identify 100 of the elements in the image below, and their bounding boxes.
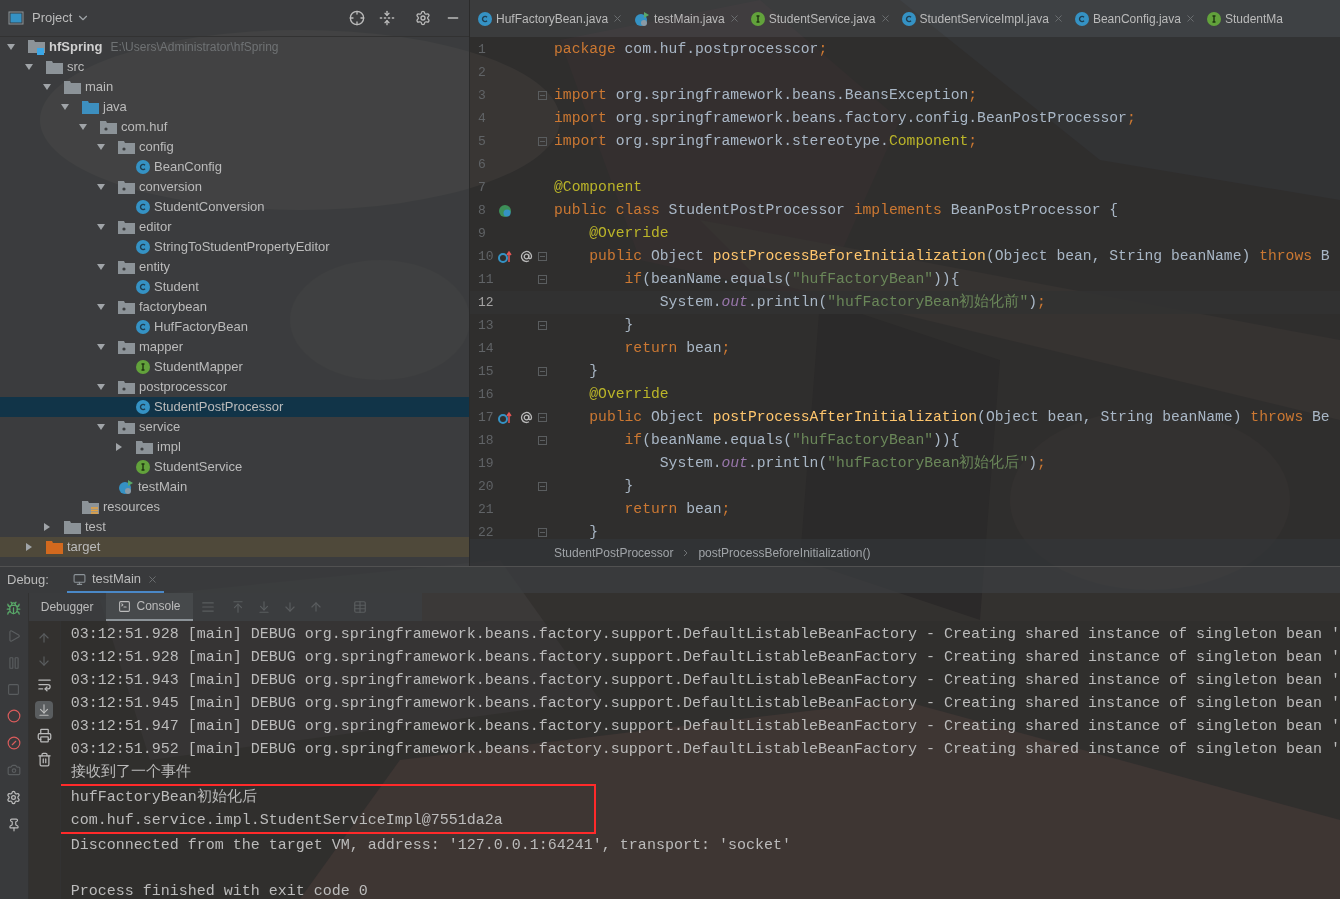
console-line: com.huf.service.impl.StudentServiceImpl@7551da2a [70, 811, 504, 831]
fold-icon[interactable] [538, 528, 547, 537]
fold-icon[interactable] [538, 367, 547, 376]
tree-item[interactable]: main [0, 77, 469, 97]
print-icon[interactable] [36, 728, 52, 743]
line-number: 20 [477, 477, 494, 496]
code-line: import org.springframework.beans.factory.config.BeanPostProcessor; [553, 109, 1136, 129]
editor-tab[interactable]: StudentServiceImpl.java [893, 0, 1067, 37]
editor-tab[interactable]: BeanConfig.java [1066, 0, 1199, 37]
tree-item[interactable]: factorybean [0, 297, 469, 317]
expanded-arrow-icon[interactable] [96, 382, 106, 392]
line-number: 22 [477, 523, 494, 539]
tree-item[interactable]: StringToStudentPropertyEditor [0, 237, 469, 257]
collapsed-arrow-icon[interactable] [114, 442, 124, 452]
tree-item[interactable]: target [0, 537, 469, 557]
tree-item[interactable]: postprocesscor [0, 377, 469, 397]
panel-icon [8, 11, 24, 25]
fold-icon[interactable] [538, 436, 547, 445]
tree-item[interactable]: impl [0, 437, 469, 457]
tree-item[interactable]: StudentConversion [0, 197, 469, 217]
expanded-arrow-icon[interactable] [96, 262, 106, 272]
tree-item-label: service [139, 418, 181, 437]
tree-item[interactable]: service [0, 417, 469, 437]
interface-icon [136, 460, 150, 474]
tree-item[interactable]: java [0, 97, 469, 117]
tree-item[interactable]: BeanConfig [0, 157, 469, 177]
trash-icon[interactable] [36, 752, 52, 767]
debug-subtab[interactable]: Console [105, 593, 193, 621]
expanded-arrow-icon[interactable] [96, 302, 106, 312]
tree-item[interactable]: StudentService [0, 457, 469, 477]
console-line: 03:12:51.928 [main] DEBUG org.springframework.beans.factory.support.DefaultListableBeanFactory - Creating shared instance of singleton bean ' [70, 648, 1340, 668]
tree-item[interactable]: Student [0, 277, 469, 297]
tree-item[interactable]: mapper [0, 337, 469, 357]
editor-tab[interactable]: StudentMa [1198, 0, 1286, 37]
tree-item[interactable]: editor [0, 217, 469, 237]
code-line: return bean; [623, 500, 731, 520]
breadcrumb-item[interactable]: StudentPostProcessor [554, 543, 674, 562]
code-line: @Component [553, 178, 643, 198]
pin-icon[interactable] [6, 818, 21, 832]
line-number: 18 [477, 431, 494, 450]
code-line: System.out.println("hufFactoryBean初始化前"); [658, 292, 1046, 313]
expanded-arrow-icon[interactable] [96, 422, 106, 432]
scroll-to-end-icon[interactable] [35, 701, 54, 719]
tree-item[interactable]: resources [0, 497, 469, 517]
tree-item-label: StudentService [154, 458, 243, 477]
tree-item[interactable]: entity [0, 257, 469, 277]
expanded-arrow-icon[interactable] [96, 182, 106, 192]
tab-label: StudentService.java [768, 10, 876, 28]
override-icon[interactable] [498, 410, 512, 425]
settings-icon[interactable] [415, 10, 431, 26]
fold-icon[interactable] [538, 413, 547, 422]
tree-item[interactable]: StudentMapper [0, 357, 469, 377]
console-icon [117, 599, 131, 613]
tree-item-label: mapper [139, 338, 184, 357]
editor-tab[interactable]: HufFactoryBean.java [470, 0, 627, 37]
override-icon[interactable] [498, 249, 512, 264]
line-number: 11 [477, 270, 494, 289]
tree-item[interactable]: config [0, 137, 469, 157]
console-line: 03:12:51.945 [main] DEBUG org.springframework.beans.factory.support.DefaultListableBeanFactory - Creating shared instance of singleton bean ' [70, 694, 1340, 714]
package-icon [118, 180, 135, 194]
tree-item[interactable]: conversion [0, 177, 469, 197]
class-icon [136, 400, 150, 414]
editor-tab[interactable]: StudentService.java [742, 0, 894, 37]
bug-icon[interactable] [6, 601, 22, 616]
expanded-arrow-icon[interactable] [96, 342, 106, 352]
collapse-icon[interactable] [379, 10, 395, 26]
tree-item[interactable]: test [0, 517, 469, 537]
breakpoints-icon[interactable] [6, 709, 21, 723]
expanded-arrow-icon[interactable] [96, 222, 106, 232]
package-icon [118, 340, 135, 354]
tree-item[interactable]: com.huf [0, 117, 469, 137]
close-icon[interactable] [728, 13, 740, 24]
exit-message: Process finished with exit code 0 [70, 882, 369, 899]
console-line: 接收到了一个事件 [70, 762, 192, 783]
tree-item[interactable]: StudentPostProcessor [0, 397, 469, 417]
fold-icon[interactable] [538, 252, 547, 261]
editor-tab[interactable]: testMain.java [626, 0, 743, 37]
fold-icon[interactable] [538, 321, 547, 330]
code-line: } [588, 523, 599, 539]
debug-subtab[interactable]: Debugger [28, 593, 106, 621]
annotation-icon[interactable] [520, 411, 533, 424]
tree-item[interactable]: testMain [0, 477, 469, 497]
console-line: 03:12:51.928 [main] DEBUG org.springframework.beans.factory.support.DefaultListableBeanFactory - Creating shared instance of singleton bean ' [70, 625, 1340, 645]
close-icon[interactable] [879, 13, 891, 24]
breadcrumb-item[interactable]: postProcessBeforeInitialization() [698, 543, 871, 562]
tree-item[interactable]: src [0, 57, 469, 77]
annotation-icon[interactable] [520, 250, 533, 263]
close-icon[interactable] [147, 573, 159, 585]
bean-icon[interactable] [498, 203, 512, 218]
close-icon[interactable] [612, 13, 624, 24]
code-line: @Override [588, 224, 669, 244]
fold-icon[interactable] [538, 275, 547, 284]
locate-icon[interactable] [349, 10, 365, 26]
settings-icon[interactable] [6, 790, 22, 805]
tree-item[interactable]: HufFactoryBean [0, 317, 469, 337]
separator-icon [683, 548, 689, 557]
wrap-icon[interactable] [36, 677, 52, 692]
resources-folder-icon [82, 499, 99, 515]
fold-icon[interactable] [538, 482, 547, 491]
mute-breakpoints-icon[interactable] [6, 736, 21, 750]
